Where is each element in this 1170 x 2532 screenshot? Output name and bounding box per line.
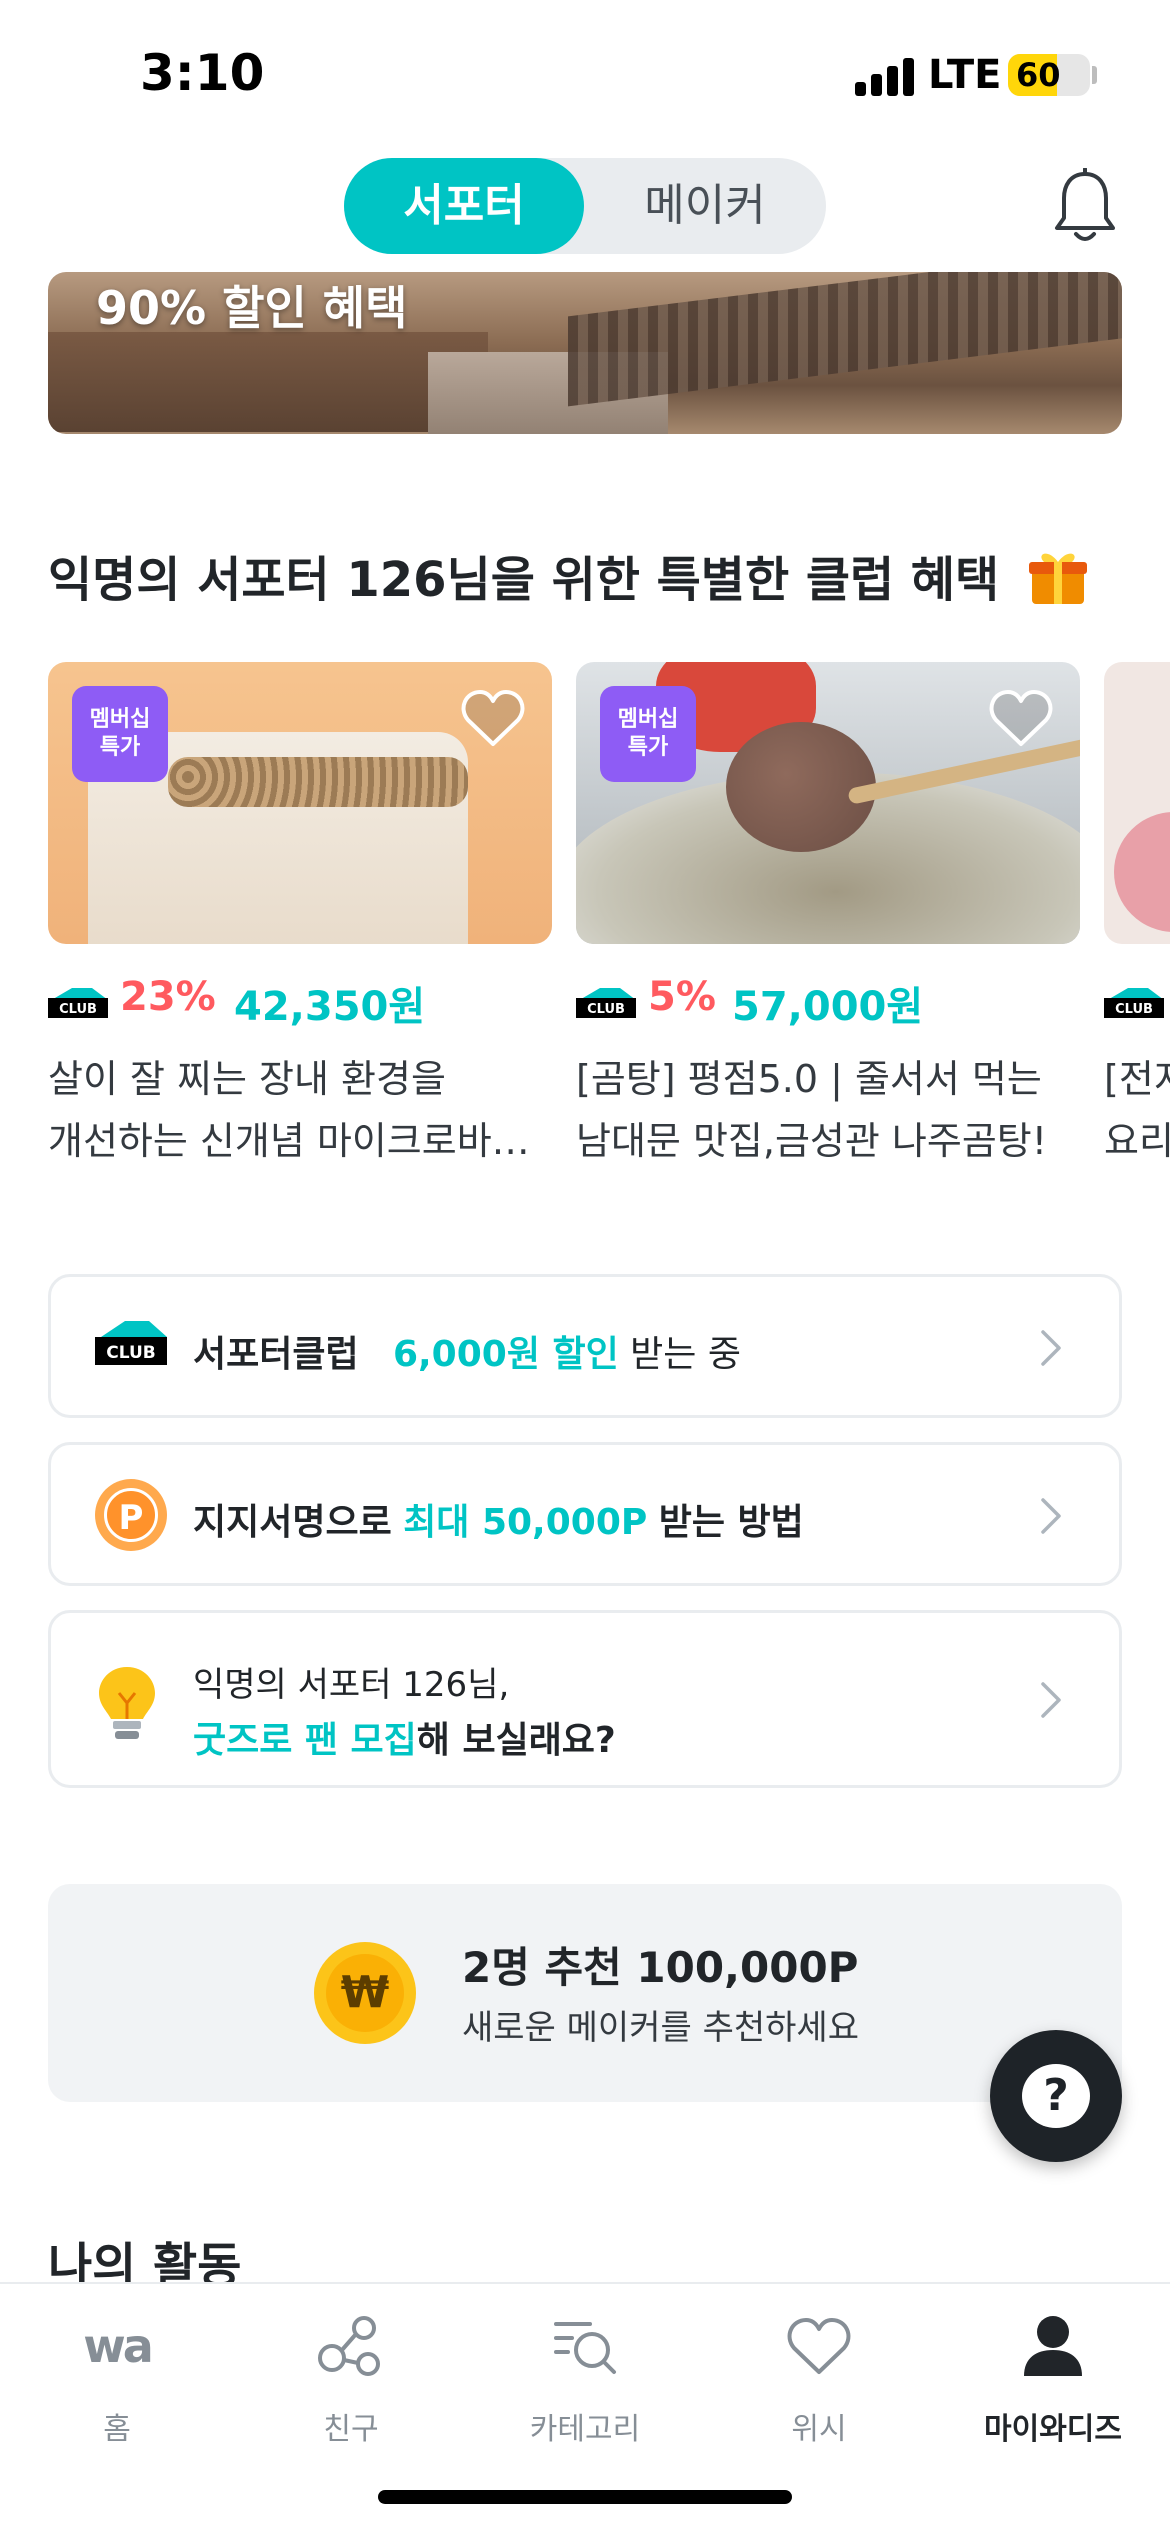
product-desc-line2: 요리 xyxy=(1104,1119,1170,1163)
signature-points-text: 지지서명으로 최대 50,000P 받는 방법 xyxy=(193,1493,804,1545)
wishlist-heart-icon[interactable] xyxy=(988,688,1054,748)
product-image: 멤버십 특가 xyxy=(48,662,552,944)
tab-home-label: 홈 xyxy=(103,2412,131,2447)
tab-friends[interactable]: 친구 xyxy=(234,2304,468,2454)
goods-line2: 굿즈로 팬 모집해 보실래요? xyxy=(193,1711,616,1763)
product-desc-line2: 남대문 맛집,금성관 나주곰탕! xyxy=(576,1119,1047,1163)
tab-wish-label: 위시 xyxy=(791,2412,847,2447)
lightbulb-icon xyxy=(99,1667,155,1739)
banner-image-wall xyxy=(48,332,488,432)
points-prefix: 지지서명으로 xyxy=(193,1502,392,1543)
badge-line1: 멤버십 xyxy=(617,707,679,732)
referral-title: 2명 추천 100,000P xyxy=(462,1943,859,1992)
club-logo-icon: CLUB xyxy=(576,988,636,1018)
club-prefix: 서포터클럽 xyxy=(193,1334,359,1375)
cellular-signal-icon xyxy=(855,58,915,96)
status-bar: 3:10 LTE 60 xyxy=(0,0,1170,150)
chevron-right-icon xyxy=(1041,1498,1061,1534)
svg-text:wa: wa xyxy=(83,2319,151,2373)
wa-logo-icon: wa xyxy=(83,2319,152,2373)
club-logo-icon: CLUB xyxy=(48,988,108,1018)
battery-icon: 60 xyxy=(1008,54,1090,96)
tab-category[interactable]: 카테고리 xyxy=(468,2304,702,2454)
sale-price: 42,350원 xyxy=(234,984,426,1030)
membership-badge: 멤버십 특가 xyxy=(600,686,696,782)
won-coin-icon: ₩ xyxy=(314,1942,416,2044)
chevron-right-icon xyxy=(1041,1330,1061,1366)
tab-my-wadiz[interactable]: 마이와디즈 xyxy=(936,2304,1170,2454)
club-logo-icon: CLUB xyxy=(1104,988,1164,1018)
granola-topping xyxy=(168,757,468,807)
battery-cap xyxy=(1092,66,1097,84)
notification-bell-icon[interactable] xyxy=(1052,168,1118,244)
goods-fan-row[interactable]: 익명의 서포터 126님, 굿즈로 팬 모집해 보실래요? xyxy=(48,1610,1122,1788)
referral-card[interactable]: ₩ 2명 추천 100,000P 새로운 메이커를 추천하세요 xyxy=(48,1884,1122,2102)
banner-image-roof xyxy=(568,272,1122,407)
won-symbol: ₩ xyxy=(326,1954,404,2032)
point-coin-icon: P xyxy=(95,1479,167,1551)
help-chat-button[interactable]: ? xyxy=(990,2030,1122,2162)
battery-percent: 60 xyxy=(1016,56,1061,94)
svg-text:CLUB: CLUB xyxy=(106,1343,155,1363)
tab-friends-label: 친구 xyxy=(323,2412,379,2447)
goods-line1: 익명의 서포터 126님, xyxy=(193,1665,510,1705)
share-network-icon xyxy=(318,2316,380,2376)
product-description: 살이 잘 찌는 장내 환경을 개선하는 신개념 마이크로바… xyxy=(48,1048,552,1172)
status-time: 3:10 xyxy=(140,44,265,102)
toggle-supporter[interactable]: 서포터 xyxy=(344,158,584,254)
svg-text:CLUB: CLUB xyxy=(587,1002,625,1017)
signature-points-row[interactable]: P 지지서명으로 최대 50,000P 받는 방법 xyxy=(48,1442,1122,1586)
club-section-title: 익명의 서포터 126님을 위한 특별한 클럽 혜택 xyxy=(48,552,1000,608)
goods-highlight: 굿즈로 팬 모집 xyxy=(193,1720,417,1761)
discount-rate: 23% xyxy=(120,974,216,1020)
club-discount-highlight: 6,000원 할인 xyxy=(392,1334,619,1375)
product-card[interactable]: CLUB [전지 요리 xyxy=(1104,662,1170,1182)
product-card[interactable]: 멤버십 특가 CLUB 23% 42,350원 살이 잘 찌는 장내 환경을 개… xyxy=(48,662,552,1163)
discount-rate: 5% xyxy=(648,974,716,1020)
gift-icon xyxy=(1029,553,1087,604)
banner-title: 90% 할인 혜택 xyxy=(96,281,408,335)
product-description: [전지 요리 xyxy=(1104,1048,1170,1172)
person-icon xyxy=(1024,2316,1082,2376)
wishlist-heart-icon[interactable] xyxy=(460,688,526,748)
sale-price: 57,000원 xyxy=(732,984,924,1030)
points-suffix: 받는 방법 xyxy=(658,1502,804,1543)
category-search-icon xyxy=(554,2322,616,2374)
product-desc-line2: 개선하는 신개념 마이크로바… xyxy=(48,1119,530,1163)
toggle-maker[interactable]: 메이커 xyxy=(584,158,826,254)
product-image xyxy=(1104,662,1170,944)
club-logo-icon: CLUB xyxy=(95,1321,167,1365)
chevron-right-icon xyxy=(1041,1682,1061,1718)
membership-badge: 멤버십 특가 xyxy=(72,686,168,782)
badge-line1: 멤버십 xyxy=(89,707,151,732)
home-indicator xyxy=(378,2490,792,2504)
supporter-club-text: 서포터클럽 6,000원 할인 받는 중 xyxy=(193,1325,741,1377)
product-image: 멤버십 특가 xyxy=(576,662,1080,944)
tab-wish[interactable]: 위시 xyxy=(702,2304,936,2454)
product-desc-line1: 살이 잘 찌는 장내 환경을 xyxy=(48,1057,446,1101)
role-toggle: 서포터 메이커 xyxy=(344,158,826,254)
tab-home[interactable]: wa 홈 xyxy=(0,2304,234,2454)
club-suffix: 받는 중 xyxy=(630,1334,741,1375)
svg-text:CLUB: CLUB xyxy=(1115,1002,1153,1017)
tab-my-wadiz-label: 마이와디즈 xyxy=(984,2412,1122,2447)
goods-suffix: 해 보실래요? xyxy=(416,1720,616,1761)
help-question-icon: ? xyxy=(1022,2064,1090,2128)
badge-line2: 특가 xyxy=(99,735,141,760)
product-description: [곰탕] 평점5.0 | 줄서서 먹는 남대문 맛집,금성관 나주곰탕! xyxy=(576,1048,1080,1172)
points-highlight: 최대 50,000P xyxy=(403,1502,648,1543)
supporter-club-row[interactable]: CLUB 서포터클럽 6,000원 할인 받는 중 xyxy=(48,1274,1122,1418)
product-desc-line1: [곰탕] 평점5.0 | 줄서서 먹는 xyxy=(576,1057,1042,1101)
heart-icon xyxy=(787,2318,851,2374)
referral-subtitle: 새로운 메이커를 추천하세요 xyxy=(462,2008,859,2048)
badge-line2: 특가 xyxy=(627,735,669,760)
svg-text:CLUB: CLUB xyxy=(59,1002,97,1017)
product-desc-line1: [전지 xyxy=(1104,1057,1170,1101)
network-type: LTE xyxy=(928,52,1002,98)
pink-dish-shape xyxy=(1114,812,1170,932)
product-card[interactable]: 멤버십 특가 CLUB 5% 57,000원 [곰탕] 평점5.0 | 줄서서 … xyxy=(576,662,1080,1163)
promo-banner[interactable]: 90% 할인 혜택 xyxy=(48,272,1122,434)
tab-category-label: 카테고리 xyxy=(529,2412,641,2447)
